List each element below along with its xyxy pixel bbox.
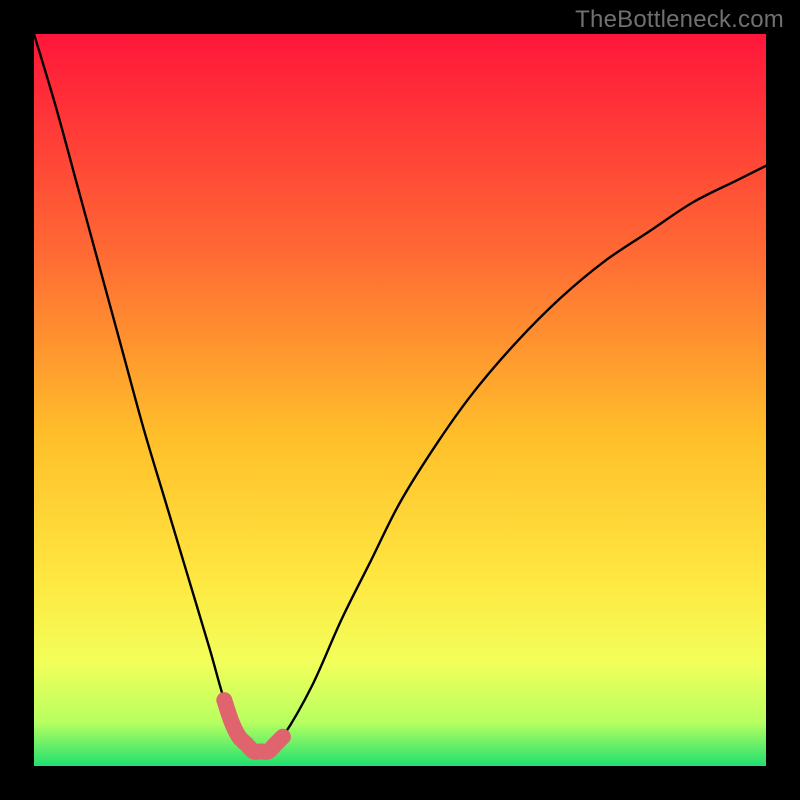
bottleneck-chart xyxy=(34,34,766,766)
gradient-background xyxy=(34,34,766,766)
chart-frame: TheBottleneck.com xyxy=(0,0,800,800)
watermark-label: TheBottleneck.com xyxy=(575,6,784,34)
plot-area xyxy=(34,34,766,766)
